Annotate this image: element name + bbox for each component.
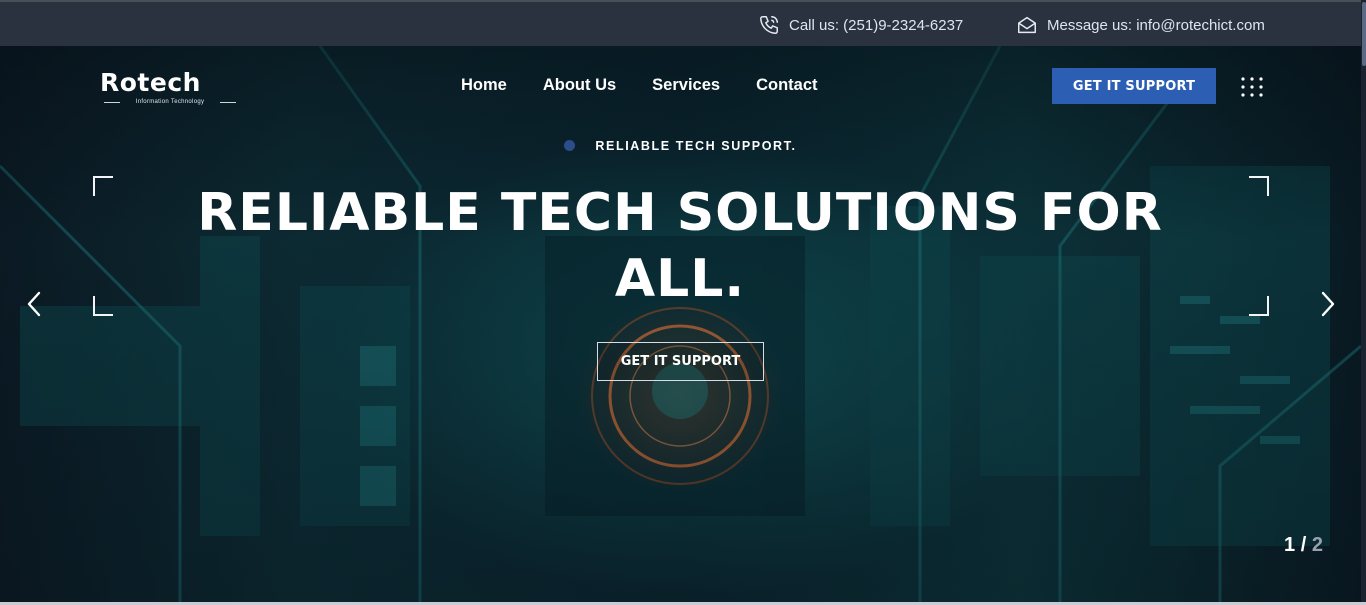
grid-dots-icon[interactable]	[1240, 76, 1264, 98]
eyebrow-text: RELIABLE TECH SUPPORT.	[595, 139, 797, 153]
chevron-right-icon[interactable]	[1318, 290, 1338, 318]
nav-services[interactable]: Services	[652, 76, 720, 95]
page-scrollbar[interactable]	[1361, 0, 1366, 605]
slide-current: 1	[1284, 534, 1296, 556]
logo-tagline: Information Technology	[104, 99, 236, 105]
hero-slider: Rotech Information Technology Home About…	[0, 46, 1361, 602]
contact-email[interactable]: Message us: info@rotechict.com	[1016, 14, 1265, 36]
scrollbar-thumb[interactable]	[1362, 2, 1366, 66]
main-nav: Home About Us Services Contact	[461, 76, 818, 95]
frame-corner-top-right	[1249, 176, 1269, 196]
eyebrow-dot	[564, 140, 576, 151]
frame-corner-top-left	[93, 176, 113, 196]
email-text: Message us: info@rotechict.com	[1047, 16, 1265, 34]
frame-corner-bottom-left	[93, 296, 113, 316]
top-info-bar: Call us: (251)9-2324-6237 Message us: in…	[0, 0, 1366, 46]
headline-line-1: RELIABLE TECH SOLUTIONS FOR	[197, 183, 1163, 243]
hero-overlay	[0, 46, 1361, 602]
phone-icon	[758, 14, 780, 36]
headline-line-2: ALL.	[614, 249, 746, 309]
frame-corner-bottom-right	[1249, 296, 1269, 316]
phone-text: Call us: (251)9-2324-6237	[789, 16, 964, 34]
hero-headline: RELIABLE TECH SOLUTIONS FOR ALL.	[160, 180, 1200, 312]
slide-counter: 1 / 2	[1284, 534, 1323, 557]
slide-total: 2	[1311, 534, 1323, 556]
slide-separator: /	[1300, 534, 1307, 556]
chevron-left-icon[interactable]	[24, 290, 44, 318]
get-it-support-hero-button[interactable]: GET IT SUPPORT	[597, 342, 764, 381]
logo-wordmark: Rotech	[100, 68, 201, 97]
nav-about-us[interactable]: About Us	[543, 76, 616, 95]
envelope-icon	[1016, 14, 1038, 36]
logo[interactable]: Rotech Information Technology	[100, 68, 240, 106]
hero-eyebrow: RELIABLE TECH SUPPORT.	[0, 139, 1361, 153]
nav-home[interactable]: Home	[461, 76, 507, 95]
get-it-support-header-button[interactable]: GET IT SUPPORT	[1052, 68, 1216, 104]
nav-contact[interactable]: Contact	[756, 76, 817, 95]
contact-phone[interactable]: Call us: (251)9-2324-6237	[758, 14, 963, 36]
